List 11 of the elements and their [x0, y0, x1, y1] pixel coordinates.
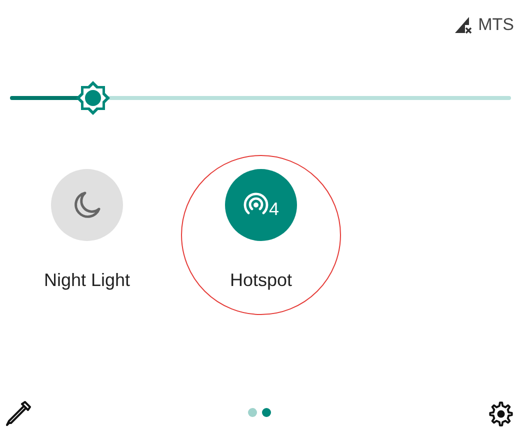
edit-icon[interactable]	[5, 401, 31, 427]
tile-toggle[interactable]: 4	[225, 169, 297, 241]
settings-icon[interactable]	[488, 401, 514, 427]
no-signal-icon	[454, 16, 472, 34]
hotspot-count: 4	[268, 200, 279, 218]
tile-label: Hotspot	[230, 269, 292, 292]
brightness-icon[interactable]	[75, 80, 112, 116]
brightness-slider[interactable]	[10, 96, 511, 100]
carrier-name: MTS	[478, 14, 514, 36]
moon-icon	[72, 190, 102, 220]
tile-label: Night Light	[44, 269, 130, 292]
